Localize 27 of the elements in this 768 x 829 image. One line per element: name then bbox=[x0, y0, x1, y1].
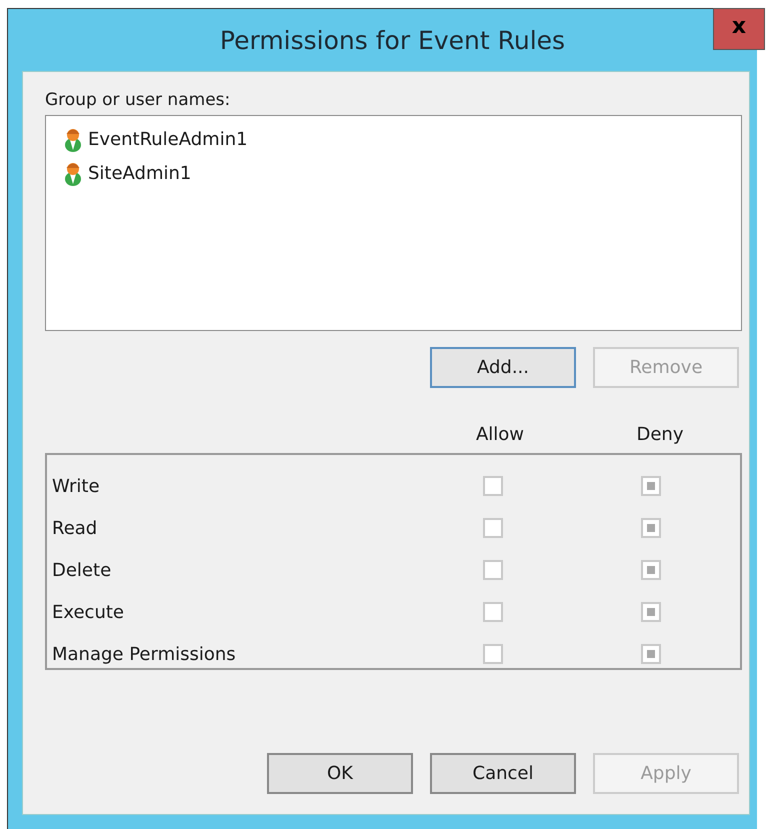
close-button[interactable]: x bbox=[713, 8, 765, 50]
dialog-button[interactable]: OK bbox=[267, 753, 413, 794]
user-icon bbox=[64, 126, 82, 152]
allow-checkbox[interactable] bbox=[483, 644, 504, 664]
dialog-button[interactable]: Cancel bbox=[430, 753, 576, 794]
permission-name: Read bbox=[52, 518, 98, 538]
permission-name: Execute bbox=[52, 602, 125, 622]
permission-name: Delete bbox=[52, 560, 112, 580]
deny-checkbox[interactable] bbox=[641, 602, 662, 622]
permission-name: Write bbox=[52, 476, 101, 496]
deny-checkbox[interactable] bbox=[641, 476, 662, 496]
column-header: Allow bbox=[474, 424, 526, 445]
window-title: Permissions for Event Rules bbox=[220, 26, 566, 54]
user-action-button[interactable]: Add... bbox=[430, 347, 576, 388]
allow-checkbox[interactable] bbox=[483, 518, 504, 538]
allow-checkbox[interactable] bbox=[483, 602, 504, 622]
user-item[interactable]: EventRuleAdmin1 bbox=[64, 122, 252, 156]
user-item[interactable]: SiteAdmin1 bbox=[64, 156, 196, 190]
deny-checkbox[interactable] bbox=[641, 644, 662, 664]
allow-checkbox[interactable] bbox=[483, 560, 504, 580]
column-header: Deny bbox=[636, 424, 684, 445]
user-icon bbox=[64, 160, 82, 186]
deny-checkbox[interactable] bbox=[641, 560, 662, 580]
deny-checkbox[interactable] bbox=[641, 518, 662, 538]
users-label: Group or user names: bbox=[45, 90, 232, 110]
allow-checkbox[interactable] bbox=[483, 476, 504, 496]
permission-name: Manage Permissions bbox=[52, 644, 237, 664]
